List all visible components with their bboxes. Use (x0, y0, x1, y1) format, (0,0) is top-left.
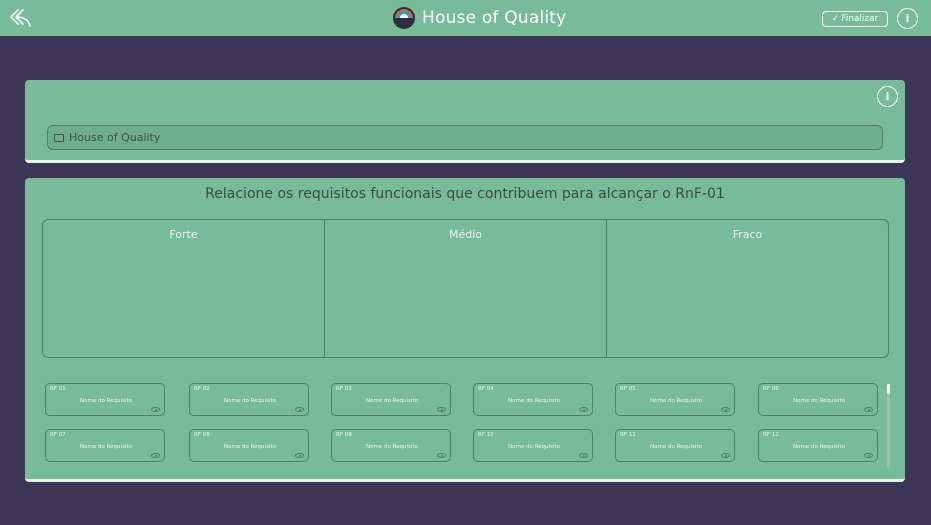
eye-icon[interactable] (579, 407, 588, 412)
eye-icon[interactable] (721, 407, 730, 412)
column-fraco-label: Fraco (732, 228, 763, 241)
eye-icon[interactable] (579, 453, 588, 458)
requirement-id: RF 04 (478, 386, 494, 392)
requirement-name: Nome do Requisito (508, 398, 560, 404)
finalize-label: Finalizar (841, 14, 879, 24)
requirement-id: RF 02 (194, 386, 210, 392)
app-title: House of Quality (422, 8, 567, 28)
requirement-card[interactable]: RF 11 Nome do Requisito (615, 429, 735, 462)
requirement-name: Nome do Requisito (793, 444, 845, 450)
column-forte[interactable]: Forte (43, 220, 325, 357)
eye-icon[interactable] (437, 407, 446, 412)
requirement-card[interactable]: RF 10 Nome do Requisito (473, 429, 593, 462)
image-icon (54, 133, 64, 142)
requirement-card[interactable]: RF 06 Nome do Requisito (758, 383, 878, 416)
requirement-name: Nome do Requisito (80, 444, 132, 450)
column-fraco[interactable]: Fraco (607, 220, 888, 357)
requirement-card[interactable]: RF 09 Nome do Requisito (331, 429, 451, 462)
eye-icon[interactable] (864, 407, 873, 412)
eye-icon[interactable] (151, 407, 160, 412)
relation-panel: Relacione os requisitos funcionais que c… (25, 178, 905, 482)
requirement-name: Nome do Requisito (650, 444, 702, 450)
hoq-title-value: House of Quality (69, 131, 161, 144)
requirement-card[interactable]: RF 12 Nome do Requisito (758, 429, 878, 462)
eye-icon[interactable] (864, 453, 873, 458)
requirement-card[interactable]: RF 02 Nome do Requisito (189, 383, 309, 416)
column-medio-label: Médio (448, 228, 483, 241)
requirement-id: RF 07 (50, 432, 66, 438)
scrollbar-thumb[interactable] (887, 384, 890, 394)
requirement-name: Nome do Requisito (80, 398, 132, 404)
requirement-id: RF 03 (336, 386, 352, 392)
requirement-card[interactable]: RF 03 Nome do Requisito (331, 383, 451, 416)
relation-heading: Relacione os requisitos funcionais que c… (205, 186, 725, 202)
column-forte-label: Forte (169, 228, 198, 241)
eye-icon[interactable] (437, 453, 446, 458)
requirement-name: Nome do Requisito (650, 398, 702, 404)
requirements-scrollbar[interactable] (887, 384, 890, 468)
requirement-id: RF 09 (336, 432, 352, 438)
requirement-card[interactable]: RF 04 Nome do Requisito (473, 383, 593, 416)
requirement-id: RF 06 (763, 386, 779, 392)
requirement-id: RF 05 (620, 386, 636, 392)
requirement-name: Nome do Requisito (224, 444, 276, 450)
requirement-name: Nome do Requisito (793, 398, 845, 404)
eye-icon[interactable] (721, 453, 730, 458)
eye-icon[interactable] (151, 453, 160, 458)
requirement-id: RF 11 (620, 432, 636, 438)
info-icon[interactable]: i (897, 8, 918, 29)
requirement-card[interactable]: RF 01 Nome do Requisito (45, 383, 165, 416)
top-bar: House of Quality ✓ Finalizar i (0, 0, 931, 36)
eye-icon[interactable] (295, 407, 304, 412)
title-panel: i House of Quality (25, 80, 905, 163)
requirement-name: Nome do Requisito (366, 398, 418, 404)
requirement-id: RF 01 (50, 386, 66, 392)
column-medio[interactable]: Médio (325, 220, 607, 357)
hoq-title-field[interactable]: House of Quality (47, 125, 883, 150)
app-title-group: House of Quality (392, 4, 566, 32)
app-logo-icon (393, 7, 415, 29)
requirement-id: RF 10 (478, 432, 494, 438)
requirement-card[interactable]: RF 07 Nome do Requisito (45, 429, 165, 462)
check-circle-icon: ✓ (831, 14, 840, 24)
requirement-id: RF 08 (194, 432, 210, 438)
requirements-grid: RF 01 Nome do Requisito RF 02 Nome do Re… (45, 383, 885, 471)
requirement-id: RF 12 (763, 432, 779, 438)
requirement-name: Nome do Requisito (508, 444, 560, 450)
info-icon[interactable]: i (877, 86, 898, 107)
requirement-name: Nome do Requisito (224, 398, 276, 404)
requirement-card[interactable]: RF 08 Nome do Requisito (189, 429, 309, 462)
back-arrow-icon[interactable] (8, 6, 34, 30)
requirement-card[interactable]: RF 05 Nome do Requisito (615, 383, 735, 416)
finalize-button[interactable]: ✓ Finalizar (822, 11, 888, 27)
strength-columns: Forte Médio Fraco (42, 219, 889, 358)
eye-icon[interactable] (295, 453, 304, 458)
requirement-name: Nome do Requisito (366, 444, 418, 450)
